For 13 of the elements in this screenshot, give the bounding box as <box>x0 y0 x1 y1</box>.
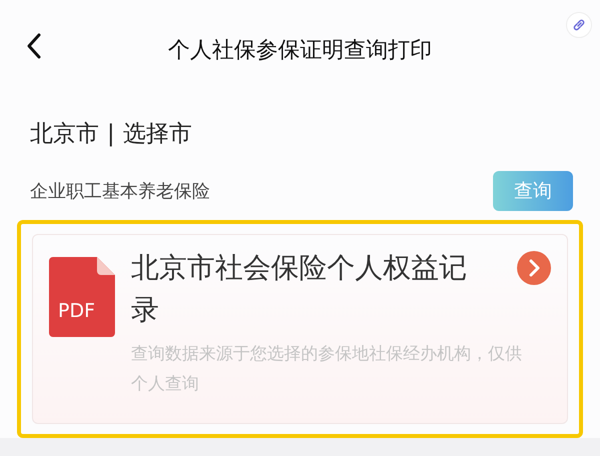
record-title[interactable]: 北京市社会保险个人权益记录 <box>131 247 481 337</box>
record-card[interactable]: PDF 北京市社会保险个人权益记录 查询数据来源于您选择的参保地社保经办机构，仅供个人查询 <box>32 234 568 424</box>
page-title: 个人社保参保证明查询打印 <box>168 36 432 64</box>
record-description: 查询数据来源于您选择的参保地社保经办机构，仅供个人查询 <box>131 343 523 396</box>
chevron-right-icon[interactable] <box>517 251 551 285</box>
separator: | <box>107 120 115 149</box>
insurance-type: 企业职工基本养老保险 <box>30 180 210 204</box>
city-name: 北京市 <box>30 120 99 149</box>
back-icon[interactable] <box>26 32 42 60</box>
link-icon[interactable] <box>572 18 586 32</box>
link-button[interactable] <box>566 12 592 38</box>
pdf-file-icon: PDF <box>49 257 115 337</box>
select-city-link[interactable]: 选择市 <box>122 116 192 152</box>
